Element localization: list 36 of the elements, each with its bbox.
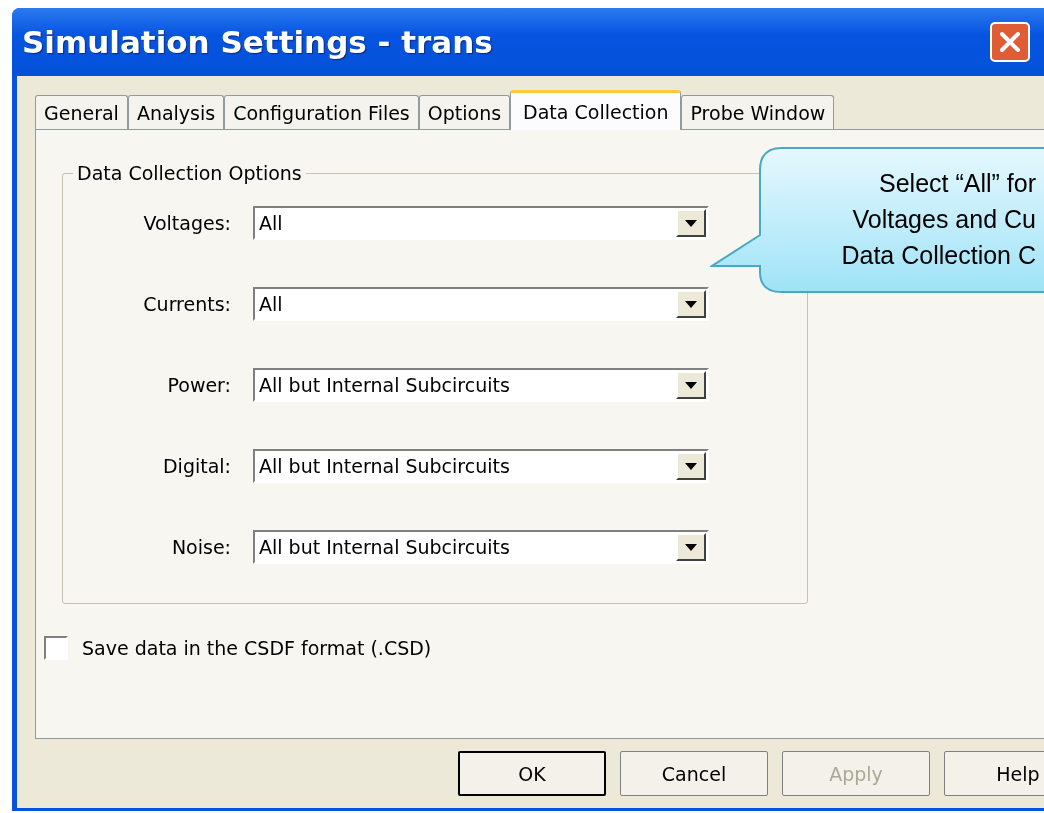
field-label: Currents:: [142, 293, 232, 315]
tab[interactable]: Configuration Files: [224, 95, 419, 129]
tab[interactable]: Analysis: [127, 95, 225, 129]
caret-icon: [685, 219, 697, 227]
dropdown[interactable]: All: [253, 206, 709, 240]
dialog-button[interactable]: Cancel: [620, 751, 768, 796]
checkbox-label[interactable]: Save data in the CSDF format (.CSD): [82, 637, 432, 659]
field-label: Voltages:: [142, 212, 232, 234]
tab[interactable]: General: [35, 95, 128, 129]
tab[interactable]: Options: [418, 95, 511, 129]
checkbox[interactable]: [44, 636, 68, 660]
close-button[interactable]: [990, 22, 1030, 62]
dialog-button[interactable]: Help: [944, 751, 1044, 796]
dropdown-arrow-button[interactable]: [676, 452, 706, 480]
dialog-button[interactable]: OK: [458, 751, 606, 796]
dropdown-arrow-button[interactable]: [676, 371, 706, 399]
field-label: Noise:: [170, 536, 232, 558]
field-label: Power:: [166, 374, 232, 396]
dropdown[interactable]: All but Internal Subcircuits: [253, 449, 709, 483]
dropdown[interactable]: All but Internal Subcircuits: [253, 368, 709, 402]
group-title: Data Collection Options: [76, 162, 303, 184]
dropdown[interactable]: All: [253, 287, 709, 321]
dropdown-arrow-button[interactable]: [676, 533, 706, 561]
caret-icon: [685, 300, 697, 308]
window-title: Simulation Settings - trans: [22, 24, 493, 60]
callout-text: Select “All” for Voltages and Cu Data Collection C: [841, 169, 1036, 269]
dropdown-arrow-button[interactable]: [676, 209, 706, 237]
tab[interactable]: Probe Window: [681, 95, 835, 129]
dropdown-arrow-button[interactable]: [676, 290, 706, 318]
dropdown[interactable]: All but Internal Subcircuits: [253, 530, 709, 564]
tab[interactable]: Data Collection: [510, 90, 682, 130]
caret-icon: [685, 462, 697, 470]
caret-icon: [685, 543, 697, 551]
field-label: Digital:: [161, 455, 232, 477]
caret-icon: [685, 381, 697, 389]
close-icon: [997, 29, 1023, 55]
